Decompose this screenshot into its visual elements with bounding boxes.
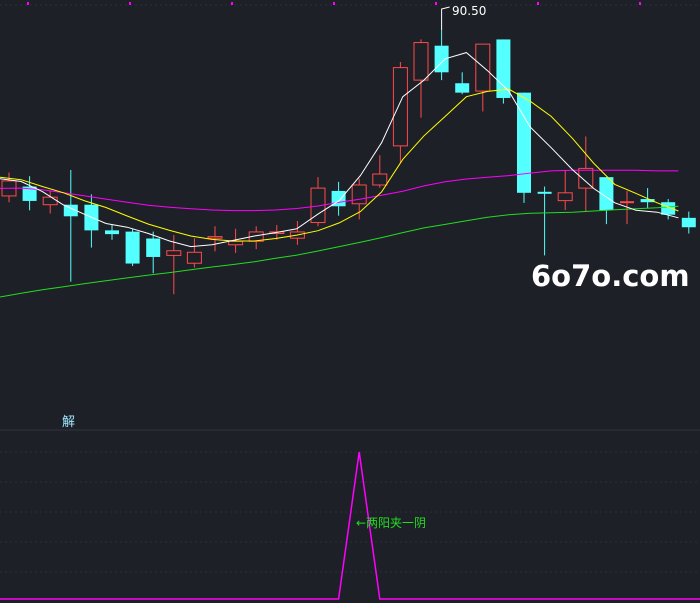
top-tick-mark <box>129 2 131 5</box>
ma10-line <box>0 88 679 242</box>
peak-pointer <box>441 6 450 31</box>
watermark: 6o7o.com <box>531 259 690 293</box>
pattern-annotation: ←两阳夹一阴 <box>356 516 426 530</box>
moving-averages <box>0 6 679 298</box>
candle-body <box>105 230 119 235</box>
candle-body <box>125 231 140 264</box>
stock-chart[interactable]: 90.50 解 ←两阳夹一阴 <box>0 0 700 603</box>
top-tick-mark <box>435 2 437 5</box>
indicator-line <box>0 451 700 600</box>
candle-body <box>207 236 223 239</box>
candle-body <box>557 192 573 202</box>
indicator-name: 解 <box>62 415 75 430</box>
candle-body <box>228 240 244 246</box>
candle-body <box>372 173 388 186</box>
candle-body <box>681 217 696 228</box>
indicator-panel <box>0 451 700 600</box>
top-tick-mark <box>333 2 335 5</box>
peak-price-label: 90.50 <box>452 4 486 18</box>
top-tick-mark <box>537 2 539 5</box>
candle-body <box>413 42 429 81</box>
candle-body <box>392 67 408 147</box>
chart-stage: 90.50 解 ←两阳夹一阴 6o7o.com <box>0 0 700 603</box>
candle-body <box>578 167 594 189</box>
top-tick-mark <box>27 2 29 5</box>
top-tick-mark <box>231 2 233 5</box>
candle-body <box>146 238 161 257</box>
candle-body <box>186 251 202 264</box>
candle-body <box>351 184 367 205</box>
top-tick-mark <box>639 2 641 5</box>
candle-body <box>42 196 58 206</box>
candle-body <box>475 43 491 92</box>
candles <box>1 30 696 295</box>
candle-body <box>166 250 182 256</box>
candle-body <box>434 45 449 73</box>
ma5-line <box>0 52 679 248</box>
candle-body <box>455 83 470 93</box>
